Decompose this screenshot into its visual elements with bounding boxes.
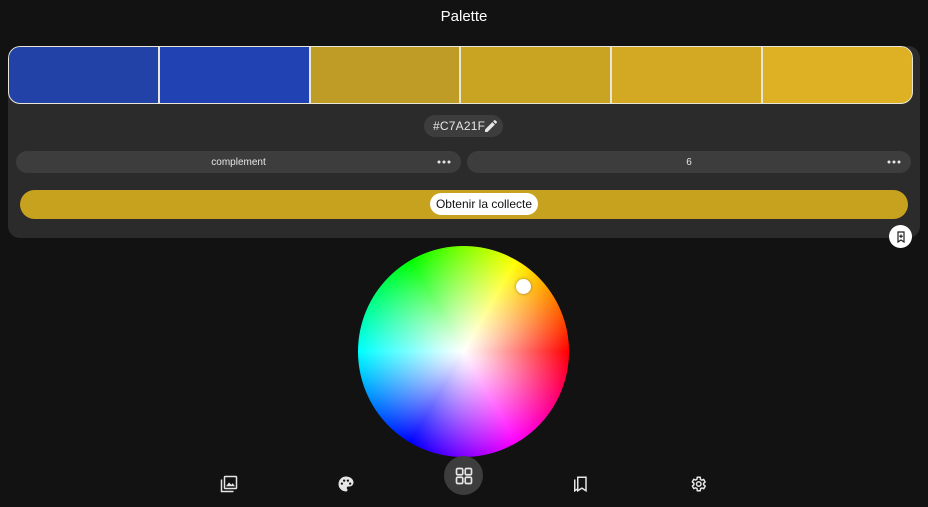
hex-code-label: #C7A21F	[433, 119, 486, 133]
swatch-2[interactable]	[158, 46, 310, 104]
color-wheel-handle[interactable]	[516, 279, 531, 294]
image-gallery-icon	[220, 475, 238, 493]
swatch-1[interactable]	[8, 46, 159, 104]
page-title: Palette	[440, 8, 488, 25]
swatch-3[interactable]	[309, 46, 461, 104]
get-collection-label: Obtenir la collecte	[430, 193, 538, 215]
more-horizontal-icon[interactable]	[887, 157, 901, 167]
nav-item-grid[interactable]	[444, 456, 483, 495]
save-palette-button[interactable]	[889, 225, 912, 248]
nav-item-settings[interactable]	[688, 474, 708, 494]
swatch-5[interactable]	[611, 46, 763, 104]
swatch-strip	[8, 46, 913, 104]
pencil-icon[interactable]	[483, 118, 499, 134]
scheme-selector[interactable]: complement	[16, 151, 461, 173]
get-collection-button[interactable]: Obtenir la collecte	[20, 190, 908, 219]
gear-icon	[691, 476, 706, 492]
nav-item-gallery[interactable]	[219, 474, 239, 494]
nav-item-palette[interactable]	[336, 474, 356, 494]
color-wheel[interactable]	[358, 246, 569, 457]
color-wheel-saturation	[358, 246, 569, 457]
more-horizontal-icon[interactable]	[437, 157, 451, 167]
count-value: 6	[686, 156, 692, 168]
scheme-value: complement	[211, 156, 266, 168]
count-selector[interactable]: 6	[467, 151, 911, 173]
nav-item-saved[interactable]	[570, 474, 590, 494]
grid-icon	[455, 467, 472, 484]
bookmarks-icon	[574, 476, 587, 493]
swatch-4[interactable]	[460, 46, 612, 104]
swatch-6[interactable]	[762, 46, 913, 104]
palette-icon	[338, 476, 354, 492]
bookmark-add-icon	[896, 230, 905, 243]
hex-code-chip[interactable]: #C7A21F	[424, 115, 503, 137]
